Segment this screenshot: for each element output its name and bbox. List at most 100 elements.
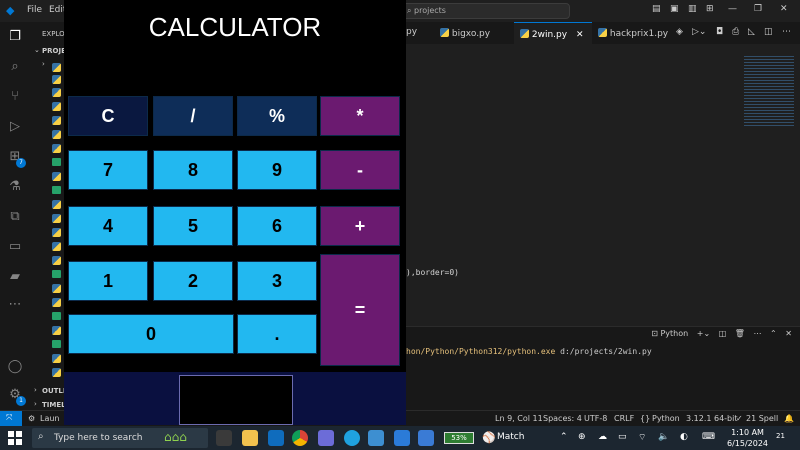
image-file-icon[interactable] [52, 312, 61, 320]
digit-4-button[interactable]: 4 [68, 206, 148, 246]
notification-count[interactable]: 21 [776, 432, 785, 440]
launch-label[interactable]: Laun [40, 414, 60, 423]
clear-button[interactable]: C [68, 96, 148, 136]
python-app-icon[interactable] [418, 430, 434, 446]
mail-icon[interactable] [268, 430, 284, 446]
digit-5-button[interactable]: 5 [153, 206, 233, 246]
sticky-app-icon[interactable] [368, 430, 384, 446]
tab-file[interactable]: py [406, 22, 438, 44]
ruler-icon[interactable]: ◺ [748, 27, 755, 37]
python-file-icon[interactable] [52, 116, 61, 125]
chevron-up-icon[interactable]: ⌃ [560, 432, 568, 442]
task-view-icon[interactable] [216, 430, 232, 446]
remote-indicator[interactable]: ⤧ [0, 411, 22, 427]
python-file-icon[interactable] [52, 102, 61, 111]
search-highlight-icon[interactable]: ⌂⌂⌂ [164, 430, 187, 444]
more-icon[interactable]: ⋯ [6, 296, 24, 314]
python-file-icon[interactable] [52, 284, 61, 293]
percent-button[interactable]: % [237, 96, 317, 136]
print-icon[interactable]: ⎙ [732, 27, 739, 37]
python-file-icon[interactable] [52, 214, 61, 223]
split-editor-icon[interactable]: ◫ [764, 27, 773, 37]
digit-7-button[interactable]: 7 [68, 150, 148, 190]
toggle-panel-icon[interactable]: ▣ [670, 4, 679, 14]
terminal-name[interactable]: Python [660, 329, 688, 338]
split-terminal-icon[interactable]: ◫ [719, 329, 727, 338]
menu-file[interactable]: File [27, 5, 42, 15]
digit-8-button[interactable]: 8 [153, 150, 233, 190]
project-folder-label[interactable]: PROJE [42, 47, 66, 55]
close-tab-icon[interactable]: ✕ [576, 30, 584, 40]
close-panel-icon[interactable]: ✕ [785, 329, 792, 338]
python-file-icon[interactable] [52, 63, 61, 72]
multiply-button[interactable]: * [320, 96, 400, 136]
edge-icon[interactable] [344, 430, 360, 446]
run-icon[interactable]: ▷⌄ [692, 27, 706, 37]
preview-icon[interactable]: ◘ [716, 27, 723, 37]
indentation[interactable]: Spaces: 4 [543, 414, 582, 423]
subtract-button[interactable]: - [320, 150, 400, 190]
add-button[interactable]: + [320, 206, 400, 246]
vscode-taskbar-icon[interactable] [394, 430, 410, 446]
line-endings[interactable]: CRLF [614, 414, 634, 423]
tab-2win[interactable]: 2win.py ✕ [514, 22, 592, 44]
restore-icon[interactable]: ❐ [754, 4, 762, 14]
chevron-right-icon[interactable]: › [34, 400, 37, 408]
accounts-icon[interactable]: ◯ [6, 358, 24, 376]
keyboard-icon[interactable]: ⌨ [702, 432, 715, 442]
network-icon[interactable]: ⊕ [578, 432, 586, 442]
battery-icon[interactable]: ▭ [618, 432, 627, 442]
weather-widget-label[interactable]: Match [497, 432, 524, 442]
add-terminal-icon[interactable]: +⌄ [697, 329, 710, 338]
wifi-icon[interactable]: ⌔ [638, 432, 646, 443]
remote-explorer-icon[interactable]: ⧉ [6, 208, 24, 226]
terminal-output[interactable]: hon/Python/Python312/python.exe d:/proje… [406, 347, 652, 356]
digit-9-button[interactable]: 9 [237, 150, 317, 190]
customize-layout-icon[interactable]: ⊞ [706, 4, 714, 14]
windows-start-icon[interactable] [8, 431, 22, 445]
command-center[interactable]: ⌕ projects [398, 3, 570, 19]
image-file-icon[interactable] [52, 340, 61, 348]
maximize-panel-icon[interactable]: ⌃ [770, 329, 777, 338]
trash-icon[interactable]: 🗑 [735, 329, 745, 338]
minimap[interactable] [744, 56, 794, 126]
digit-1-button[interactable]: 1 [68, 261, 148, 301]
more-icon[interactable]: ⋯ [754, 329, 762, 338]
python-file-icon[interactable] [52, 368, 61, 377]
python-file-icon[interactable] [52, 256, 61, 265]
toggle-secondary-sidebar-icon[interactable]: ▥ [688, 4, 697, 14]
python-file-icon[interactable] [52, 75, 61, 84]
cursor-position[interactable]: Ln 9, Col 11 [495, 414, 543, 423]
python-file-icon[interactable] [52, 326, 61, 335]
outline-section-label[interactable]: OUTLI [42, 387, 65, 395]
image-file-icon[interactable] [52, 270, 61, 278]
python-file-icon[interactable] [52, 200, 61, 209]
python-file-icon[interactable] [52, 242, 61, 251]
chevron-right-icon[interactable]: › [34, 386, 37, 394]
cloud-icon[interactable]: ☁ [598, 432, 607, 442]
jupyter-icon[interactable]: ▭ [6, 238, 24, 256]
search-icon[interactable]: ⌕ [6, 58, 24, 76]
digit-6-button[interactable]: 6 [237, 206, 317, 246]
python-file-icon[interactable] [52, 354, 61, 363]
taskbar-search-box[interactable]: ⌕ Type here to search ⌂⌂⌂ [32, 428, 208, 448]
tab-hackprix1[interactable]: hackprix1.py [594, 22, 676, 44]
speaker-icon[interactable]: 🔈 [658, 432, 669, 442]
tab-bigxo[interactable]: bigxo.py [440, 22, 516, 44]
python-interpreter[interactable]: 3.12.1 64-bit [686, 414, 738, 423]
python-file-icon[interactable] [52, 88, 61, 97]
divide-button[interactable]: / [153, 96, 233, 136]
file-explorer-icon[interactable] [242, 430, 258, 446]
battery-indicator[interactable]: 53% [444, 432, 474, 444]
bell-icon[interactable]: 🔔 [784, 414, 794, 423]
image-file-icon[interactable] [52, 158, 61, 166]
meet-icon[interactable]: ◐ [680, 432, 688, 442]
python-file-icon[interactable] [52, 130, 61, 139]
digit-3-button[interactable]: 3 [237, 261, 317, 301]
explorer-icon[interactable]: ❐ [6, 28, 24, 46]
testing-icon[interactable]: ⚗ [6, 178, 24, 196]
close-icon[interactable]: ✕ [780, 4, 788, 14]
chevron-down-icon[interactable]: ⌄ [34, 46, 40, 54]
equals-button[interactable]: = [320, 254, 400, 366]
chrome-icon[interactable] [292, 430, 308, 446]
